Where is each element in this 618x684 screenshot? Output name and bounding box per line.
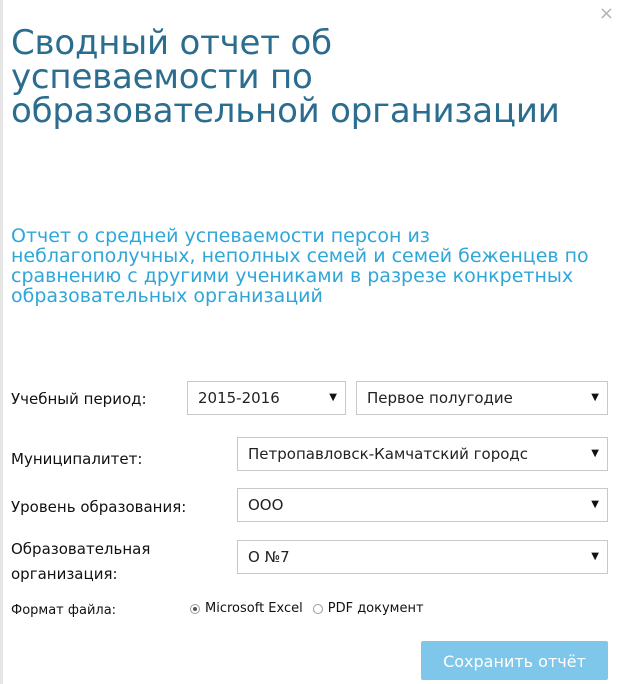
format-label: Формат файла: [11,603,117,618]
format-excel-radio[interactable] [190,603,200,614]
format-radio-group: Microsoft Excel PDF документ [190,601,434,616]
chevron-down-icon: ▼ [591,448,599,459]
period-term-value: Первое полугодие [367,389,513,407]
period-label: Учебный период: [11,390,147,408]
format-pdf-radio[interactable] [312,603,323,614]
level-label: Уровень образования: [11,498,187,516]
municipality-select[interactable]: Петропавловск-Камчатский городс ▼ [237,437,608,471]
period-year-select[interactable]: 2015-2016 ▼ [187,381,346,415]
period-year-value: 2015-2016 [198,389,280,407]
chevron-down-icon: ▼ [591,499,599,510]
save-report-button[interactable]: Сохранить отчёт [421,641,608,680]
close-icon[interactable]: × [599,4,614,24]
org-label-line1: Образовательная [11,540,151,558]
org-value: О №7 [248,548,290,566]
chevron-down-icon: ▼ [591,392,599,403]
level-select[interactable]: ООО ▼ [237,488,608,522]
chevron-down-icon: ▼ [591,551,599,562]
period-term-select[interactable]: Первое полугодие ▼ [356,381,608,415]
dialog-title: Сводный отчет об успеваемости по образов… [11,23,560,131]
municipality-label: Муниципалитет: [11,450,143,468]
dialog-left-edge [0,0,3,684]
org-label-line2: организация: [11,565,118,583]
municipality-value: Петропавловск-Камчатский городс [248,445,529,463]
org-select[interactable]: О №7 ▼ [237,540,608,574]
dialog-subtitle: Отчет о средней успеваемости персон из н… [11,225,589,307]
chevron-down-icon: ▼ [329,392,337,403]
format-pdf-label[interactable]: PDF документ [328,601,424,616]
level-value: ООО [248,496,284,514]
format-excel-label[interactable]: Microsoft Excel [205,601,303,616]
